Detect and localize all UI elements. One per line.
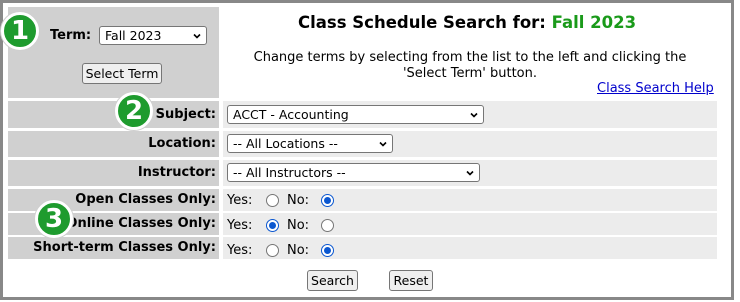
chevron-down-icon	[466, 170, 474, 176]
short-term-classes-label: Short-term Classes Only:	[33, 240, 216, 255]
online-no-radio[interactable]	[321, 219, 334, 232]
online-yes-radio[interactable]	[266, 219, 279, 232]
step-badge-3: 3	[35, 200, 73, 238]
search-button[interactable]: Search	[307, 270, 358, 291]
subject-select[interactable]: ACCT - Accounting	[227, 105, 484, 124]
class-search-help-link[interactable]: Class Search Help	[597, 81, 714, 96]
open-yes-label: Yes:	[227, 193, 253, 208]
open-no-label: No:	[287, 193, 310, 208]
reset-button[interactable]: Reset	[389, 270, 433, 291]
select-term-button[interactable]: Select Term	[82, 63, 162, 84]
chevron-down-icon	[379, 141, 387, 147]
term-change-note: Change terms by selecting from the list …	[253, 50, 687, 81]
location-select[interactable]: -- All Locations --	[227, 134, 393, 153]
location-label: Location:	[148, 136, 216, 151]
chevron-down-icon	[470, 112, 478, 118]
short-term-yes-label: Yes:	[227, 243, 253, 258]
term-label: Term:	[50, 28, 92, 43]
online-yes-label: Yes:	[227, 218, 253, 233]
open-classes-label: Open Classes Only:	[75, 192, 216, 207]
page-title: Class Schedule Search for: Fall 2023	[298, 13, 636, 32]
instructor-select[interactable]: -- All Instructors --	[227, 163, 480, 182]
term-panel	[8, 7, 219, 98]
step-badge-2: 2	[115, 92, 153, 130]
page-title-prefix: Class Schedule Search for:	[298, 13, 546, 32]
online-no-label: No:	[287, 218, 310, 233]
subject-select-value: ACCT - Accounting	[233, 107, 349, 122]
step-badge-1: 1	[1, 12, 39, 50]
open-no-radio[interactable]	[321, 194, 334, 207]
page-title-term: Fall 2023	[551, 13, 637, 32]
short-term-yes-radio[interactable]	[266, 244, 279, 257]
short-term-no-radio[interactable]	[321, 244, 334, 257]
term-select[interactable]: Fall 2023	[99, 26, 207, 45]
chevron-down-icon	[193, 33, 201, 39]
short-term-no-label: No:	[287, 243, 310, 258]
location-select-value: -- All Locations --	[233, 136, 338, 151]
instructor-select-value: -- All Instructors --	[233, 165, 346, 180]
open-yes-radio[interactable]	[266, 194, 279, 207]
instructor-label: Instructor:	[137, 165, 216, 180]
subject-label: Subject:	[155, 107, 216, 122]
term-select-value: Fall 2023	[105, 28, 162, 43]
online-classes-label: Online Classes Only:	[66, 216, 216, 231]
